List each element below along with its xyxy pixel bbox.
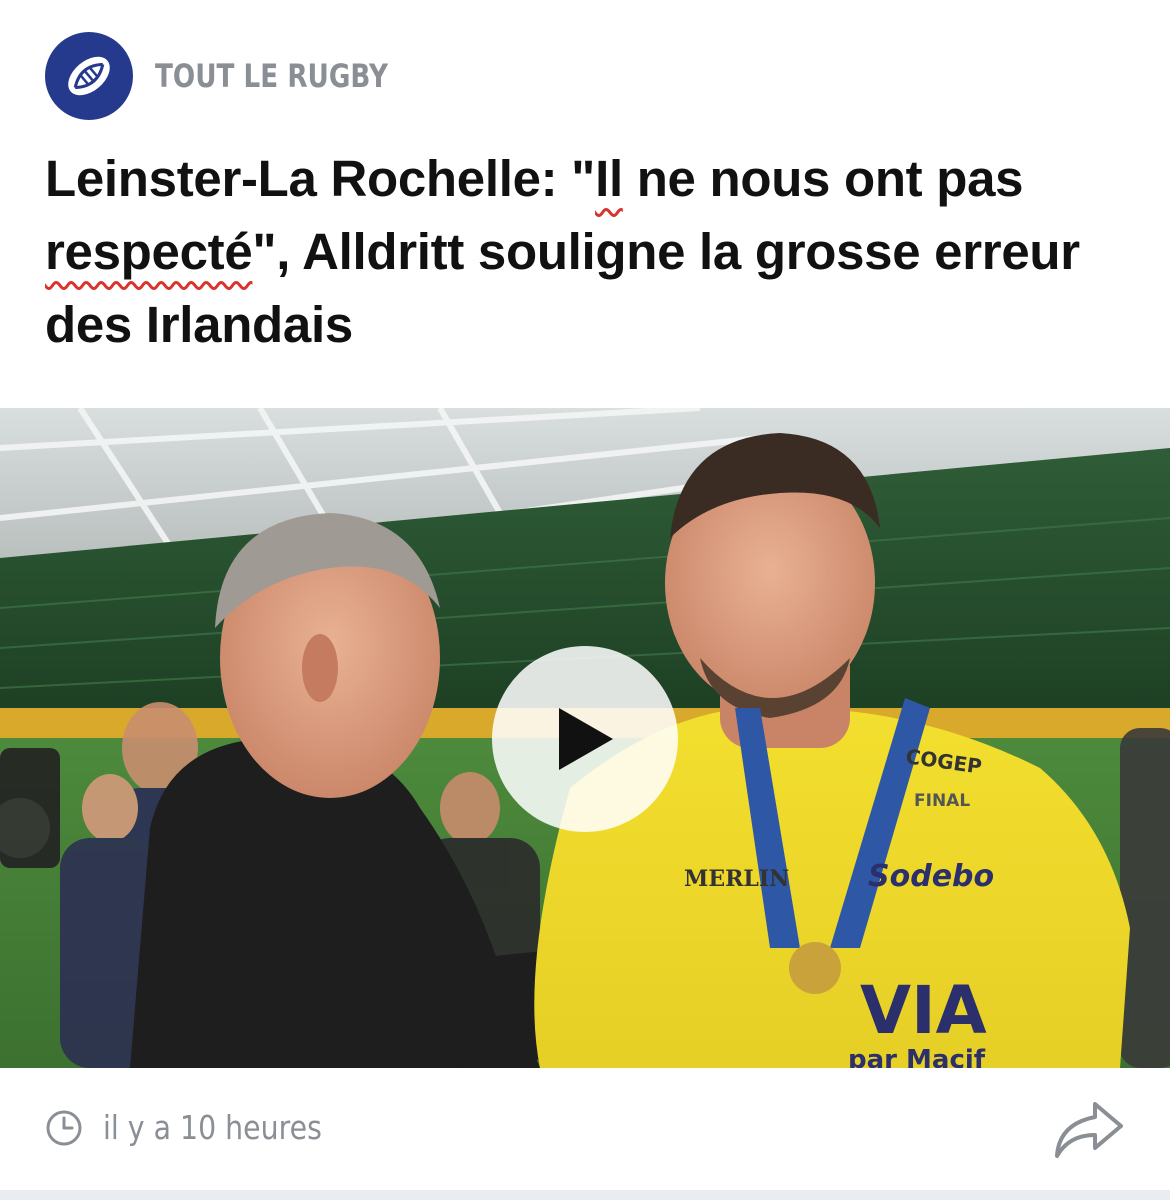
headline-part: Leinster-La Rochelle: " (45, 150, 596, 207)
card-footer: il y a 10 heures (45, 1098, 1125, 1168)
play-icon (559, 708, 613, 770)
headline-underlined-word: respecté (45, 223, 253, 280)
rugby-ball-icon (68, 56, 110, 96)
clock-icon (46, 1110, 82, 1145)
card-separator (0, 1190, 1170, 1200)
play-button[interactable] (492, 646, 678, 832)
headline-part: ne nous ont pas (622, 150, 1024, 207)
source-logo (45, 32, 133, 120)
jersey-sponsor-text: par Macif (848, 1045, 986, 1068)
jersey-sponsor-text: FINAL (914, 791, 970, 811)
jersey-sponsor-text: VIA (860, 972, 987, 1049)
share-arrow-icon (1055, 1102, 1123, 1158)
jersey-sponsor-text: Sodebo (868, 859, 994, 894)
source-name[interactable]: TOUT LE RUGBY (155, 57, 388, 95)
headline-underlined-word: Il (595, 150, 623, 207)
source-header[interactable]: TOUT LE RUGBY (45, 32, 439, 120)
news-card[interactable]: TOUT LE RUGBY Leinster-La Rochelle: "Il … (0, 0, 1170, 1190)
time-ago-label: il y a 10 heures (103, 1108, 322, 1147)
article-headline[interactable]: Leinster-La Rochelle: "Il ne nous ont pa… (45, 142, 1125, 361)
share-button[interactable] (1051, 1098, 1125, 1162)
publish-time: il y a 10 heures (45, 1108, 358, 1147)
jersey-sponsor-text: MERLIN (684, 866, 789, 892)
